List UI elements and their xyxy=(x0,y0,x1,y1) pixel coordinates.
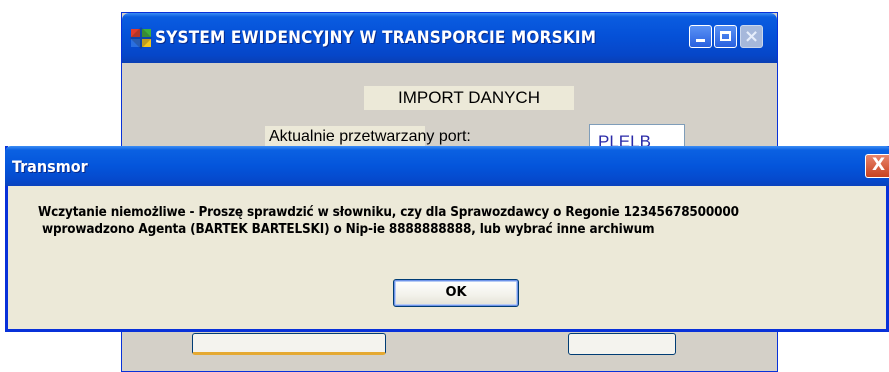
dialog-message-line-2: wprowadzono Agenta (BARTEK BARTELSKI) o … xyxy=(38,222,655,237)
dialog-message-line-1: Wczytanie niemożliwe - Proszę sprawdzić … xyxy=(38,205,739,220)
dialog-titlebar[interactable]: Transmor X xyxy=(5,146,889,186)
dialog-close-button[interactable]: X xyxy=(865,154,889,178)
main-close-button: × xyxy=(740,25,763,48)
close-icon: X xyxy=(871,155,886,175)
minimize-button[interactable] xyxy=(689,25,712,48)
ok-button[interactable]: OK xyxy=(393,279,519,307)
close-icon: × xyxy=(743,26,760,47)
app-icon xyxy=(130,27,152,49)
maximize-button[interactable] xyxy=(714,25,737,48)
main-window-title: SYSTEM EWIDENCYJNY W TRANSPORCIE MORSKIM xyxy=(155,28,597,48)
dialog-message: Wczytanie niemożliwe - Proszę sprawdzić … xyxy=(38,204,889,238)
dialog-title: Transmor xyxy=(12,157,88,176)
message-dialog: Transmor X Wczytanie niemożliwe - Proszę… xyxy=(5,146,889,332)
import-heading: IMPORT DANYCH xyxy=(364,86,574,110)
main-titlebar[interactable]: SYSTEM EWIDENCYJNY W TRANSPORCIE MORSKIM… xyxy=(122,13,777,63)
